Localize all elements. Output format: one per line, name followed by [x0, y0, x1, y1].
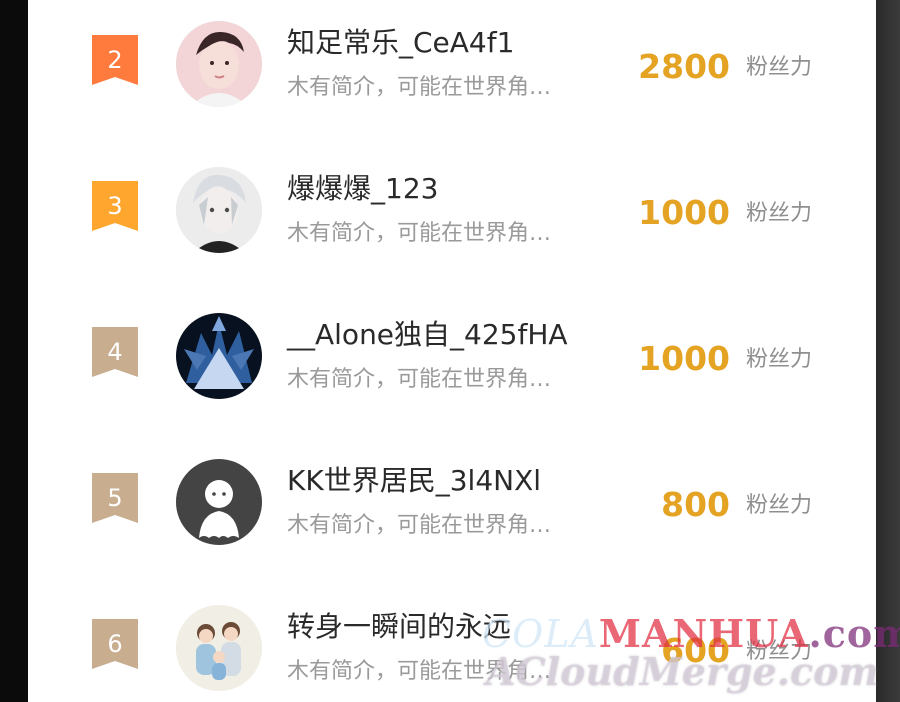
fan-ranking-screen: 2 知足常乐_CeA4f1 木有简介，可能在世界角… 2800 粉丝力 3 爆爆…	[0, 0, 900, 702]
user-intro: 木有简介，可能在世界角…	[287, 367, 552, 392]
fan-power-count: 1000	[638, 339, 730, 378]
rank-badge: 3	[92, 181, 138, 231]
dark-blue-armor-avatar-icon[interactable]	[176, 313, 262, 399]
fan-power-unit: 粉丝力	[745, 347, 812, 372]
user-intro: 木有简介，可能在世界角…	[287, 221, 552, 246]
default-ghost-avatar-icon[interactable]	[176, 459, 262, 545]
right-edge-shadow	[876, 0, 900, 702]
rank-badge: 5	[92, 473, 138, 523]
user-name[interactable]: KK世界居民_3l4NXl	[287, 462, 541, 500]
fan-list-item[interactable]: 3 爆爆爆_123 木有简介，可能在世界角… 1000 粉丝力	[28, 146, 876, 292]
rank-badge: 6	[92, 619, 138, 669]
rank-badge: 4	[92, 327, 138, 377]
fan-power-count: 2800	[638, 47, 730, 86]
boy-avatar-icon[interactable]	[176, 21, 262, 107]
fan-list-item[interactable]: 4 __Alone独自_425fHA 木有简介，可能在世界角… 1000 粉丝力	[28, 292, 876, 438]
user-intro: 木有简介，可能在世界角…	[287, 659, 552, 684]
fan-power-unit: 粉丝力	[745, 55, 812, 80]
fan-power-unit: 粉丝力	[745, 493, 812, 518]
user-intro: 木有简介，可能在世界角…	[287, 75, 552, 100]
family-cartoon-avatar-icon[interactable]	[176, 605, 262, 691]
user-name[interactable]: 爆爆爆_123	[287, 170, 438, 208]
user-name[interactable]: 知足常乐_CeA4f1	[287, 24, 514, 62]
fan-power-unit: 粉丝力	[745, 639, 812, 664]
fan-ranking-panel: 2 知足常乐_CeA4f1 木有简介，可能在世界角… 2800 粉丝力 3 爆爆…	[28, 0, 876, 702]
fan-power-count: 1000	[638, 193, 730, 232]
fan-list-item[interactable]: 6 转身一瞬间的永远 木有简介，可能在世界角… 600 粉丝力	[28, 584, 876, 702]
anime-white-hair-avatar-icon[interactable]	[176, 167, 262, 253]
user-name[interactable]: __Alone独自_425fHA	[287, 316, 568, 354]
fan-list-item[interactable]: 5 KK世界居民_3l4NXl 木有简介，可能在世界角… 800 粉丝力	[28, 438, 876, 584]
user-intro: 木有简介，可能在世界角…	[287, 513, 552, 538]
fan-power-count: 600	[661, 631, 730, 670]
rank-badge: 2	[92, 35, 138, 85]
fan-power-count: 800	[661, 485, 730, 524]
fan-list-item[interactable]: 2 知足常乐_CeA4f1 木有简介，可能在世界角… 2800 粉丝力	[28, 0, 876, 146]
user-name[interactable]: 转身一瞬间的永远	[287, 608, 511, 646]
fan-power-unit: 粉丝力	[745, 201, 812, 226]
